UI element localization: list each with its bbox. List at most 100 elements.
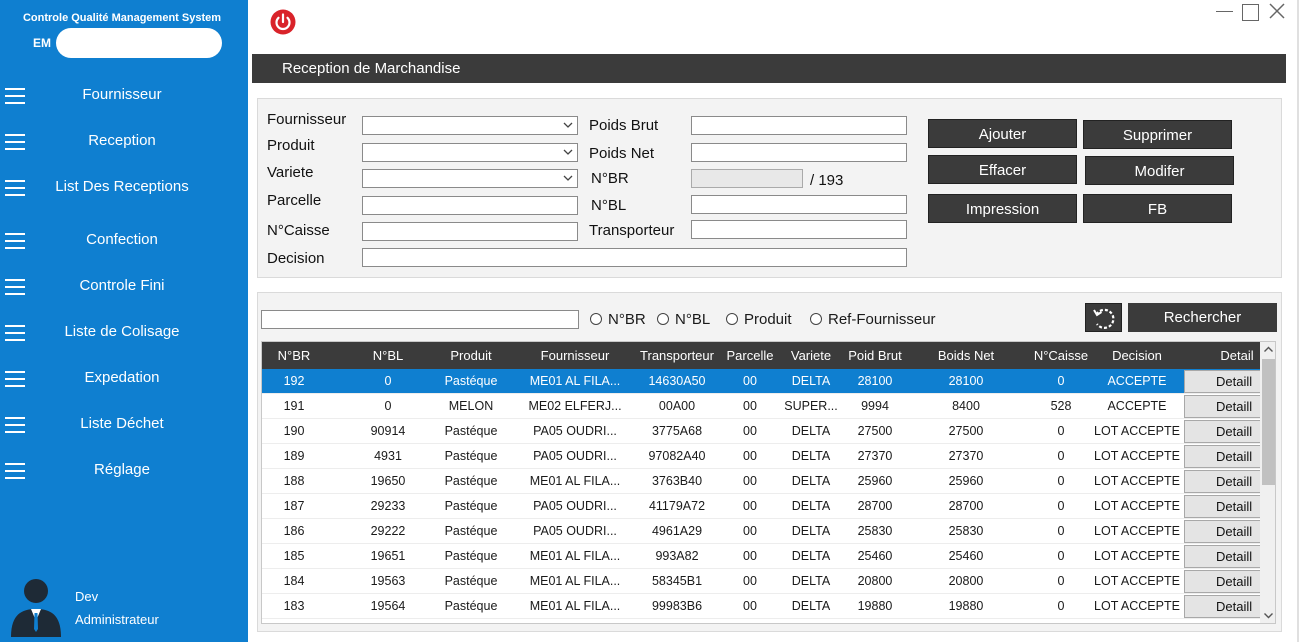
- table-cell: 27370: [948, 449, 984, 463]
- table-row[interactable]: 185 19651 Pastéque ME01 AL FILA... 993A82 00 D…: [262, 544, 1262, 569]
- table-row[interactable]: 187 29233 Pastéque PA05 OUDRI... 41179A72 00 D…: [262, 494, 1262, 519]
- sidebar-item-controle-fini[interactable]: Controle Fini: [0, 267, 248, 307]
- transporteur-field[interactable]: [691, 220, 907, 239]
- detail-button[interactable]: Detaill: [1184, 370, 1262, 393]
- decision-field[interactable]: [362, 248, 907, 267]
- table-cell: 20800: [948, 574, 984, 588]
- parcelle-field[interactable]: [362, 196, 578, 215]
- receptions-table: N°BR N°BL Produit Fournisseur Transporteur Pa…: [261, 341, 1276, 624]
- close-icon[interactable]: [1268, 2, 1286, 20]
- table-cell: 14630A50: [648, 374, 706, 388]
- detail-button[interactable]: Detaill: [1184, 545, 1262, 568]
- table-row[interactable]: 189 4931 Pastéque PA05 OUDRI... 97082A40 00 DE…: [262, 444, 1262, 469]
- sidebar-item-expedation[interactable]: Expedation: [0, 359, 248, 399]
- table-row[interactable]: 192 0 Pastéque ME01 AL FILA... 14630A50 00 DEL…: [262, 369, 1262, 394]
- table-cell: DELTA: [791, 574, 831, 588]
- sidebar-item-confection[interactable]: Confection: [0, 221, 248, 261]
- table-cell: 190: [283, 424, 305, 438]
- effacer-button[interactable]: Effacer: [928, 155, 1077, 184]
- table-cell: LOT ACCEPTE: [1094, 524, 1180, 538]
- column-header[interactable]: Boids Net: [928, 348, 1004, 363]
- radio-label: Ref-Fournisseur: [828, 311, 936, 328]
- sidebar-item-liste-de-colisage[interactable]: Liste de Colisage: [0, 313, 248, 353]
- table-cell: PA05 OUDRI...: [533, 424, 617, 438]
- sidebar: Controle Qualité Management System EM Fo…: [0, 0, 248, 642]
- detail-button[interactable]: Detaill: [1184, 445, 1262, 468]
- table-cell: 00: [743, 599, 757, 613]
- search-button[interactable]: Rechercher: [1128, 303, 1277, 332]
- chevron-up-icon[interactable]: [1263, 344, 1274, 355]
- table-row[interactable]: 190 90914 Pastéque PA05 OUDRI... 3775A68 00 DE…: [262, 419, 1262, 444]
- detail-button[interactable]: Detaill: [1184, 420, 1262, 443]
- table-row[interactable]: 186 29222 Pastéque PA05 OUDRI... 4961A29 00 DE…: [262, 519, 1262, 544]
- detail-button[interactable]: Detaill: [1184, 470, 1262, 493]
- column-header[interactable]: Fournisseur: [526, 348, 624, 363]
- supprimer-button[interactable]: Supprimer: [1083, 120, 1232, 149]
- column-header[interactable]: Variete: [781, 348, 841, 363]
- table-row[interactable]: 188 19650 Pastéque ME01 AL FILA... 3763B40 00…: [262, 469, 1262, 494]
- column-header[interactable]: N°Caisse: [1026, 348, 1096, 363]
- impression-button[interactable]: Impression: [928, 194, 1077, 223]
- column-header[interactable]: Produit: [435, 348, 507, 363]
- sidebar-item-fournisseur[interactable]: Fournisseur: [0, 76, 248, 116]
- poids-net-field[interactable]: [691, 143, 907, 162]
- produit-select[interactable]: [362, 143, 578, 162]
- table-cell: ACCEPTE: [1107, 399, 1167, 413]
- minimize-icon[interactable]: [1216, 11, 1233, 12]
- column-header[interactable]: Detail: [1212, 348, 1262, 363]
- vertical-scrollbar[interactable]: [1260, 342, 1275, 623]
- column-header[interactable]: N°BR: [268, 348, 320, 363]
- table-row[interactable]: 184 19563 Pastéque ME01 AL FILA... 58345B1 00…: [262, 569, 1262, 594]
- power-icon[interactable]: [270, 9, 296, 35]
- table-cell: 191: [283, 399, 305, 413]
- fb-button[interactable]: FB: [1083, 194, 1232, 223]
- nbl-field[interactable]: [691, 195, 907, 214]
- table-cell: ACCEPTE: [1107, 374, 1167, 388]
- detail-button[interactable]: Detaill: [1184, 570, 1262, 593]
- parcelle-label: Parcelle: [267, 192, 322, 209]
- search-input[interactable]: [261, 310, 579, 329]
- table-cell: LOT ACCEPTE: [1094, 574, 1180, 588]
- column-header[interactable]: Decision: [1094, 348, 1180, 363]
- table-row[interactable]: 183 19564 Pastéque ME01 AL FILA... 99983B6 00…: [262, 594, 1262, 619]
- chevron-down-icon[interactable]: [1263, 610, 1274, 621]
- ajouter-button[interactable]: Ajouter: [928, 119, 1077, 148]
- table-cell: Pastéque: [444, 549, 498, 563]
- table-cell: LOT ACCEPTE: [1094, 549, 1180, 563]
- sidebar-item-liste-dechet[interactable]: Liste Déchet: [0, 405, 248, 445]
- nbl-label: N°BL: [591, 197, 627, 214]
- table-cell: DELTA: [791, 599, 831, 613]
- column-header[interactable]: Transporteur: [632, 348, 722, 363]
- detail-button[interactable]: Detaill: [1184, 395, 1262, 418]
- column-header[interactable]: N°BL: [353, 348, 423, 363]
- radio-nbr[interactable]: N°BR: [590, 311, 646, 328]
- fournisseur-select[interactable]: [362, 116, 578, 135]
- sidebar-item-list-des-receptions[interactable]: List Des Receptions: [0, 168, 248, 208]
- table-cell: DELTA: [791, 524, 831, 538]
- sidebar-item-label: Réglage: [94, 461, 150, 478]
- detail-button[interactable]: Detaill: [1184, 495, 1262, 518]
- radio-ref-fournisseur[interactable]: Ref-Fournisseur: [810, 311, 936, 328]
- radio-produit[interactable]: Produit: [726, 311, 792, 328]
- poids-brut-field[interactable]: [691, 116, 907, 135]
- radio-nbl[interactable]: N°BL: [657, 311, 710, 328]
- refresh-button[interactable]: [1085, 303, 1122, 332]
- column-header[interactable]: Parcelle: [718, 348, 782, 363]
- variete-select[interactable]: [362, 169, 578, 188]
- table-cell: ME01 AL FILA...: [529, 599, 621, 613]
- scrollbar-thumb[interactable]: [1262, 359, 1275, 485]
- detail-button[interactable]: Detaill: [1184, 520, 1262, 543]
- modifer-button[interactable]: Modifer: [1085, 156, 1234, 185]
- table-row[interactable]: 191 0 MELON ME02 ELFERJ... 00A00 00 SUPER... 99…: [262, 394, 1262, 419]
- column-header[interactable]: Poid Brut: [843, 348, 907, 363]
- sidebar-item-label: Liste de Colisage: [64, 323, 180, 340]
- sidebar-item-label: Expedation: [84, 369, 160, 386]
- sidebar-item-reglage[interactable]: Réglage: [0, 451, 248, 491]
- ncaisse-field[interactable]: [362, 222, 578, 241]
- page-title: Reception de Marchandise: [252, 54, 1286, 83]
- table-cell: 29233: [370, 499, 406, 513]
- detail-button[interactable]: Detaill: [1184, 595, 1262, 618]
- table-cell: 188: [283, 474, 305, 488]
- sidebar-item-reception[interactable]: Reception: [0, 122, 248, 162]
- maximize-icon[interactable]: [1242, 4, 1259, 21]
